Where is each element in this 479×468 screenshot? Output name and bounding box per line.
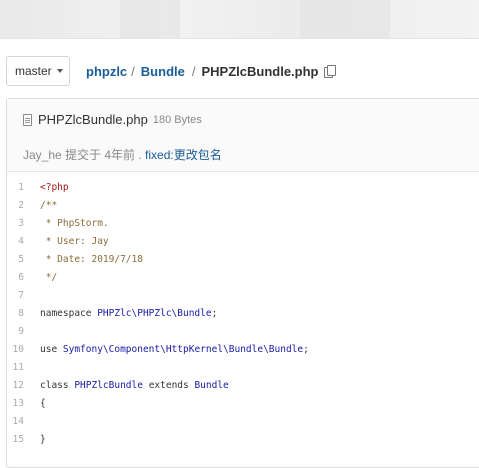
code-view: 1 <?php 2/** 3 * PhpStorm. 4 * User: Jay 5 * … — [7, 179, 309, 449]
line-number[interactable]: 6 — [7, 269, 40, 287]
breadcrumb-repo-link[interactable]: Bundle — [141, 64, 185, 79]
code-token: Bundle — [194, 380, 229, 391]
commit-meta: Jay_he 提交于 4年前 . — [23, 148, 146, 162]
line-content: use Symfony\Component\HttpKernel\Bundle\… — [40, 341, 309, 359]
branch-name: master — [15, 64, 52, 78]
code-token: <?php — [40, 182, 69, 193]
file-icon — [23, 113, 32, 126]
code-line: 8 namespace PHPZlc\PHPZlc\Bundle; — [7, 305, 309, 323]
line-number[interactable]: 12 — [7, 377, 40, 395]
line-content: * PhpStorm. — [40, 215, 109, 233]
file-header: PHPZlcBundle.php 180 Bytes Jay_he 提交于 4年… — [7, 99, 479, 172]
code-token: Symfony\Component\HttpKernel\Bundle\Bund… — [62, 344, 304, 355]
breadcrumb-current-file: PHPZlcBundle.php — [201, 64, 319, 79]
code-line: 2/** — [7, 197, 309, 215]
banner-decoration — [120, 0, 180, 38]
line-number[interactable]: 14 — [7, 413, 40, 431]
code-token: */ — [40, 272, 58, 283]
line-content: class PHPZlcBundle extends Bundle — [40, 377, 229, 395]
code-line: 11 — [7, 359, 309, 377]
commit-message-link[interactable]: fixed:更改包名 — [145, 148, 222, 162]
code-line: 6 */ — [7, 269, 309, 287]
line-content: } — [40, 431, 46, 449]
line-content: * User: Jay — [40, 233, 109, 251]
code-token: ; — [211, 308, 218, 319]
code-line: 10 use Symfony\Component\HttpKernel\Bundl… — [7, 341, 309, 359]
code-line: 15} — [7, 431, 309, 449]
code-line: 14 — [7, 413, 309, 431]
line-content: * Date: 2019/7/18 — [40, 251, 143, 269]
line-content: <?php — [40, 179, 69, 197]
code-token: * PhpStorm. — [40, 218, 109, 229]
code-line: 5 * Date: 2019/7/18 — [7, 251, 309, 269]
line-number[interactable]: 2 — [7, 197, 40, 215]
line-number[interactable]: 15 — [7, 431, 40, 449]
line-number[interactable]: 3 — [7, 215, 40, 233]
line-number[interactable]: 8 — [7, 305, 40, 323]
line-number[interactable]: 10 — [7, 341, 40, 359]
file-size: 180 Bytes — [152, 113, 202, 126]
line-content: /** — [40, 197, 57, 215]
line-number[interactable]: 9 — [7, 323, 40, 341]
code-line: 4 * User: Jay — [7, 233, 309, 251]
code-token: } — [40, 434, 46, 445]
commit-info: Jay_he 提交于 4年前 . fixed:更改包名 — [23, 146, 222, 163]
code-token: class — [40, 380, 75, 391]
code-token: { — [40, 398, 46, 409]
line-content: */ — [40, 269, 57, 287]
code-token: * Date: 2019/7/18 — [40, 254, 143, 265]
code-line: 13{ — [7, 395, 309, 413]
caret-down-icon — [56, 69, 63, 73]
code-token: PHPZlcBundle — [74, 380, 143, 391]
copy-icon[interactable] — [324, 65, 337, 78]
code-token: ; — [303, 344, 309, 355]
breadcrumb: phpzlc / Bundle / PHPZlcBundle.php — [86, 64, 337, 79]
code-line: 3 * PhpStorm. — [7, 215, 309, 233]
code-token: * User: Jay — [40, 236, 109, 247]
code-line: 12 class PHPZlcBundle extends Bundle — [7, 377, 309, 395]
code-token: /** — [40, 200, 58, 211]
line-number[interactable]: 5 — [7, 251, 40, 269]
top-banner — [0, 0, 479, 39]
breadcrumb-separator: / — [131, 64, 135, 79]
line-content: namespace PHPZlc\PHPZlc\Bundle; — [40, 305, 217, 323]
code-token: use — [40, 344, 63, 355]
branch-select[interactable]: master — [6, 56, 70, 86]
file-viewer: PHPZlcBundle.php 180 Bytes Jay_he 提交于 4年… — [6, 98, 479, 468]
banner-decoration — [300, 0, 390, 38]
code-token: extends — [142, 380, 195, 391]
code-token: PHPZlc\PHPZlc\Bundle — [97, 308, 212, 319]
code-token: namespace — [40, 308, 98, 319]
breadcrumb-owner-link[interactable]: phpzlc — [86, 64, 127, 79]
code-line: 9 — [7, 323, 309, 341]
line-number[interactable]: 4 — [7, 233, 40, 251]
code-line: 1 <?php — [7, 179, 309, 197]
line-number[interactable]: 7 — [7, 287, 40, 305]
file-title: PHPZlcBundle.php 180 Bytes — [23, 112, 202, 127]
code-line: 7 — [7, 287, 309, 305]
line-content: { — [40, 395, 46, 413]
line-number[interactable]: 1 — [7, 179, 40, 197]
file-name: PHPZlcBundle.php — [38, 112, 148, 127]
line-number[interactable]: 11 — [7, 359, 40, 377]
line-number[interactable]: 13 — [7, 395, 40, 413]
breadcrumb-separator: / — [191, 64, 196, 79]
